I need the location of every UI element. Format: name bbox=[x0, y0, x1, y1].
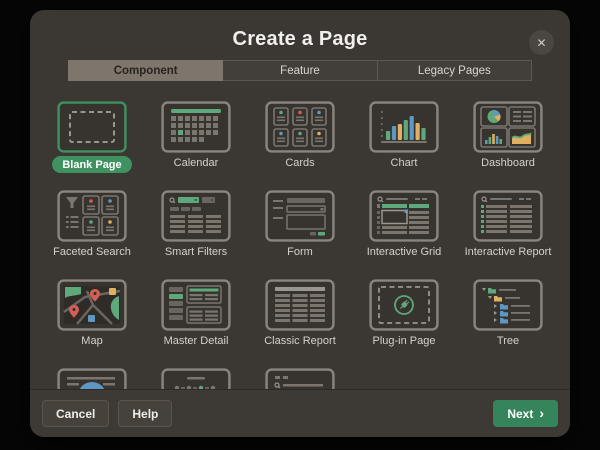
tile-faceted-search[interactable]: Faceted Search bbox=[53, 190, 131, 263]
tile-label: Dashboard bbox=[481, 157, 535, 169]
tile-classic-report[interactable]: Classic Report bbox=[264, 279, 336, 352]
chevron-right-icon: › bbox=[539, 406, 544, 420]
tile-label: Plug-in Page bbox=[373, 335, 436, 347]
tile-map[interactable]: Map bbox=[57, 279, 127, 352]
tile-label: Master Detail bbox=[164, 335, 229, 347]
tile-label: Calendar bbox=[174, 157, 219, 169]
cancel-button[interactable]: Cancel bbox=[42, 400, 109, 427]
create-page-dialog: Create a Page ✕ ComponentFeatureLegacy P… bbox=[30, 10, 570, 437]
smart-filters-icon bbox=[161, 190, 231, 242]
tile-smart-filters[interactable]: Smart Filters bbox=[161, 190, 231, 263]
tile-label: Chart bbox=[391, 157, 418, 169]
calendar-icon bbox=[161, 101, 231, 153]
close-button[interactable]: ✕ bbox=[529, 30, 554, 55]
tile-dashboard[interactable]: Dashboard bbox=[473, 101, 543, 174]
master-detail-icon bbox=[161, 279, 231, 331]
tile-label: Tree bbox=[497, 335, 519, 347]
tab-bar: ComponentFeatureLegacy Pages bbox=[68, 60, 532, 81]
blank-page-icon bbox=[57, 101, 127, 153]
tile-label: Faceted Search bbox=[53, 246, 131, 258]
tile-form[interactable]: Form bbox=[265, 190, 335, 263]
cancel-label: Cancel bbox=[56, 407, 95, 421]
tree-icon bbox=[473, 279, 543, 331]
dialog-footer: Cancel Help Next › bbox=[30, 389, 570, 437]
tile-label: Form bbox=[287, 246, 313, 258]
help-button[interactable]: Help bbox=[118, 400, 172, 427]
map-icon bbox=[57, 279, 127, 331]
tile-label: Interactive Report bbox=[465, 246, 552, 258]
tile-interactive-grid[interactable]: Interactive Grid bbox=[367, 190, 442, 263]
form-icon bbox=[265, 190, 335, 242]
page-type-grid: Blank Page Calendar bbox=[30, 81, 570, 437]
tile-label: Smart Filters bbox=[165, 246, 227, 258]
close-icon: ✕ bbox=[536, 37, 546, 49]
tile-master-detail[interactable]: Master Detail bbox=[161, 279, 231, 352]
faceted-search-icon bbox=[57, 190, 127, 242]
tile-interactive-report[interactable]: Interactive Report bbox=[465, 190, 552, 263]
tile-label: Classic Report bbox=[264, 335, 336, 347]
tile-cards[interactable]: Cards bbox=[265, 101, 335, 174]
classic-report-icon bbox=[265, 279, 335, 331]
next-button[interactable]: Next › bbox=[493, 400, 558, 427]
interactive-report-icon bbox=[473, 190, 543, 242]
interactive-grid-icon bbox=[369, 190, 439, 242]
tile-tree[interactable]: Tree bbox=[473, 279, 543, 352]
tab-legacy-pages[interactable]: Legacy Pages bbox=[378, 60, 532, 81]
tile-label: Map bbox=[81, 335, 102, 347]
tile-blank-page[interactable]: Blank Page bbox=[52, 101, 131, 174]
tile-label: Cards bbox=[285, 157, 314, 169]
tab-feature[interactable]: Feature bbox=[223, 60, 377, 81]
chart-icon bbox=[369, 101, 439, 153]
tile-label: Interactive Grid bbox=[367, 246, 442, 258]
cards-icon bbox=[265, 101, 335, 153]
help-label: Help bbox=[132, 407, 158, 421]
plugin-page-icon bbox=[369, 279, 439, 331]
tile-calendar[interactable]: Calendar bbox=[161, 101, 231, 174]
next-label: Next bbox=[507, 407, 533, 421]
dashboard-icon bbox=[473, 101, 543, 153]
tile-label: Blank Page bbox=[52, 156, 131, 173]
tile-plugin-page[interactable]: Plug-in Page bbox=[369, 279, 439, 352]
tile-chart[interactable]: Chart bbox=[369, 101, 439, 174]
tab-component[interactable]: Component bbox=[68, 60, 223, 81]
dialog-title: Create a Page bbox=[30, 10, 570, 55]
